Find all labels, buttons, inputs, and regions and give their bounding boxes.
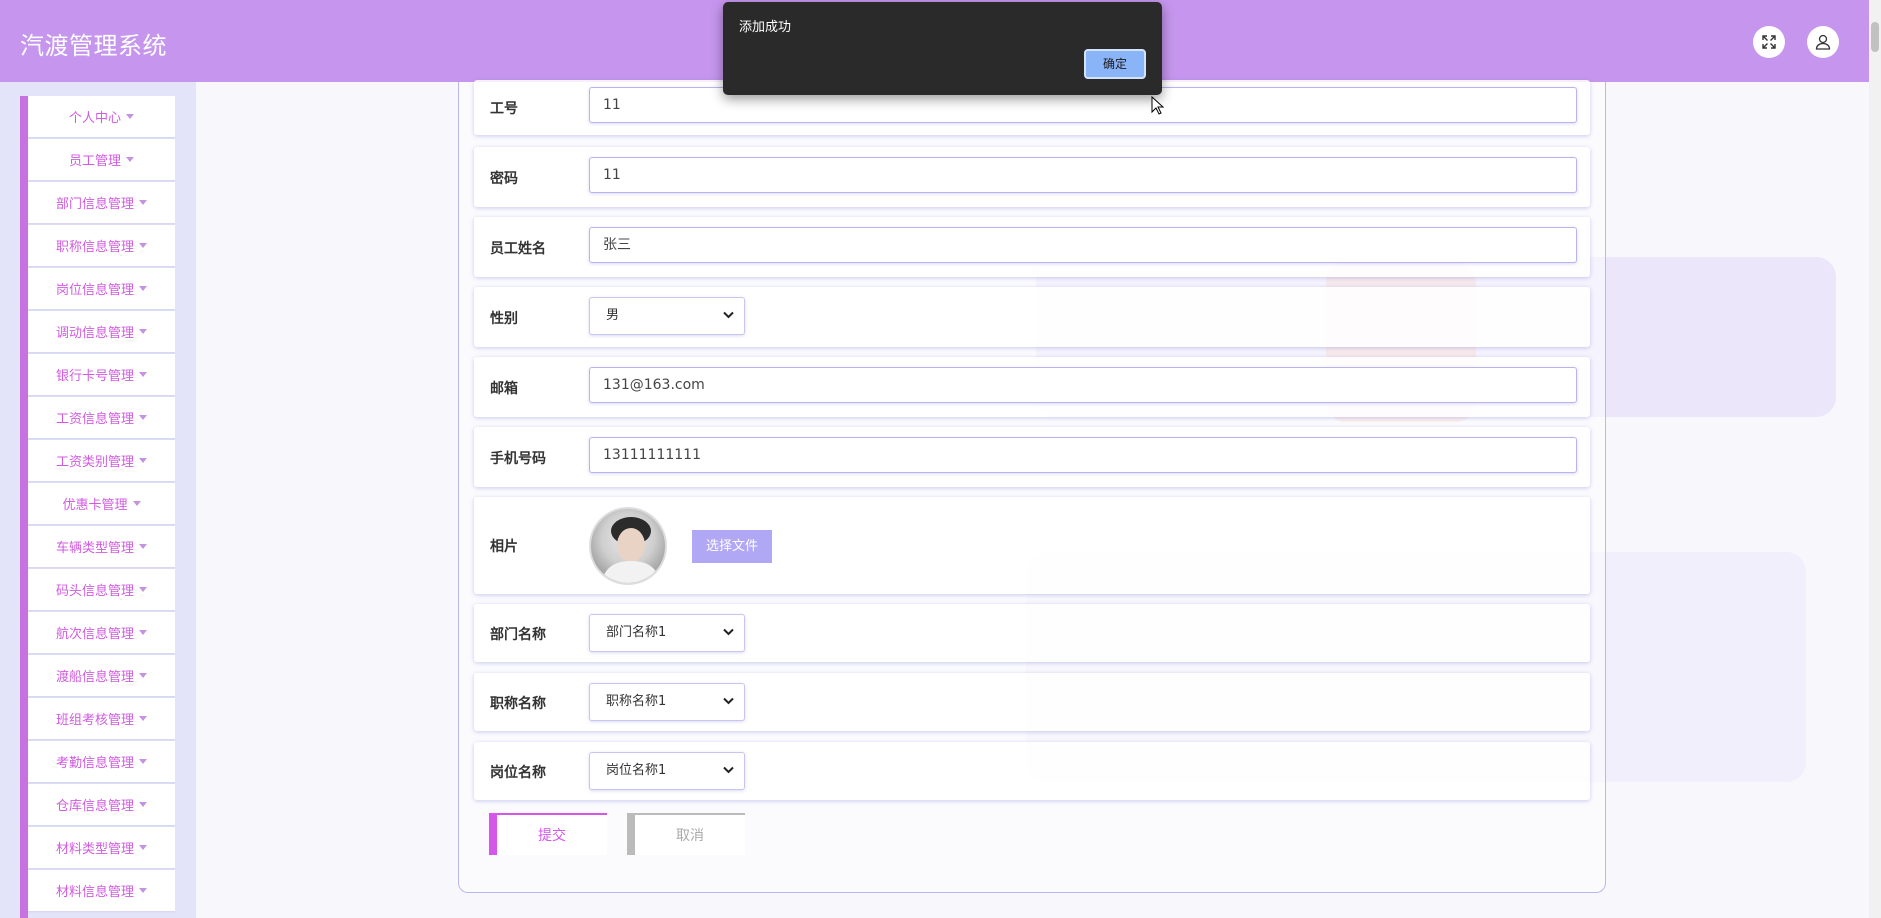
caret-down-icon xyxy=(139,630,147,635)
user-icon xyxy=(1815,34,1831,50)
title-label: 职称名称 xyxy=(490,696,546,712)
caret-down-icon xyxy=(139,415,147,420)
alert-ok-button[interactable]: 确定 xyxy=(1084,49,1146,79)
sidebar-item-discount-card[interactable]: 优惠卡管理 xyxy=(28,483,175,524)
sidebar-menu: 个人中心 员工管理 部门信息管理 职称信息管理 岗位信息管理 调动信息管理 银行… xyxy=(20,96,175,918)
sidebar-item-material-type[interactable]: 材料类型管理 xyxy=(28,827,175,868)
sidebar-item-personal-center[interactable]: 个人中心 xyxy=(28,96,175,137)
form-row-position: 岗位名称 岗位名称1 xyxy=(474,742,1590,800)
password-input[interactable]: 11 xyxy=(589,157,1577,193)
sidebar-item-bank-card[interactable]: 银行卡号管理 xyxy=(28,354,175,395)
caret-down-icon xyxy=(139,716,147,721)
sidebar-item-job-title[interactable]: 职称信息管理 xyxy=(28,225,175,266)
caret-down-icon xyxy=(132,501,141,506)
choose-file-button[interactable]: 选择文件 xyxy=(692,530,772,563)
page-scrollbar[interactable] xyxy=(1869,0,1881,918)
email-label: 邮箱 xyxy=(490,381,518,397)
alert-dialog: 添加成功 确定 xyxy=(723,2,1162,95)
sidebar-item-attendance[interactable]: 考勤信息管理 xyxy=(28,741,175,782)
user-button[interactable] xyxy=(1807,26,1839,58)
name-label: 员工姓名 xyxy=(490,241,546,257)
sidebar-item-salary[interactable]: 工资信息管理 xyxy=(28,397,175,438)
title-select[interactable]: 职称名称1 xyxy=(589,683,745,721)
password-label: 密码 xyxy=(490,171,518,187)
title-selected-value: 职称名称1 xyxy=(606,694,667,709)
sidebar-item-vehicle-type[interactable]: 车辆类型管理 xyxy=(28,526,175,567)
department-label: 部门名称 xyxy=(490,627,546,643)
caret-down-icon xyxy=(139,372,147,377)
employee-id-label: 工号 xyxy=(490,101,518,117)
phone-input[interactable]: 13111111111 xyxy=(589,437,1577,473)
chevron-down-icon xyxy=(723,697,734,705)
caret-down-icon xyxy=(139,759,147,764)
name-input[interactable]: 张三 xyxy=(589,227,1577,263)
mouse-cursor-icon xyxy=(1151,96,1165,115)
position-label: 岗位名称 xyxy=(490,765,546,781)
form-row-gender: 性别 男 xyxy=(474,287,1590,347)
caret-down-icon xyxy=(139,458,147,463)
caret-down-icon xyxy=(139,587,147,592)
caret-down-icon xyxy=(139,243,147,248)
form-row-password: 密码 11 xyxy=(474,147,1590,207)
phone-label: 手机号码 xyxy=(490,451,546,467)
sidebar-item-ferry[interactable]: 渡船信息管理 xyxy=(28,655,175,696)
submit-button[interactable]: 提交 xyxy=(489,813,607,855)
form-row-email: 邮箱 131@163.com xyxy=(474,357,1590,417)
department-select[interactable]: 部门名称1 xyxy=(589,614,745,652)
sidebar-item-department[interactable]: 部门信息管理 xyxy=(28,182,175,223)
chevron-down-icon xyxy=(723,628,734,636)
gender-label: 性别 xyxy=(490,311,518,327)
sidebar-item-position[interactable]: 岗位信息管理 xyxy=(28,268,175,309)
caret-down-icon xyxy=(139,845,147,850)
fullscreen-button[interactable] xyxy=(1753,26,1785,58)
caret-down-icon xyxy=(139,544,147,549)
sidebar-item-voyage[interactable]: 航次信息管理 xyxy=(28,612,175,653)
form-row-photo: 相片 选择文件 xyxy=(474,497,1590,594)
sidebar-item-dock[interactable]: 码头信息管理 xyxy=(28,569,175,610)
photo-label: 相片 xyxy=(490,539,518,555)
caret-down-icon xyxy=(139,673,147,678)
email-input[interactable]: 131@163.com xyxy=(589,367,1577,403)
caret-down-icon xyxy=(139,802,147,807)
chevron-down-icon xyxy=(723,311,734,319)
app-title: 汽渡管理系统 xyxy=(20,32,167,60)
position-select[interactable]: 岗位名称1 xyxy=(589,752,745,790)
gender-selected-value: 男 xyxy=(606,308,620,323)
department-selected-value: 部门名称1 xyxy=(606,625,667,640)
caret-down-icon xyxy=(139,329,147,334)
sidebar-item-warehouse[interactable]: 仓库信息管理 xyxy=(28,784,175,825)
form-row-name: 员工姓名 张三 xyxy=(474,217,1590,277)
caret-down-icon xyxy=(126,114,134,119)
sidebar-item-employee[interactable]: 员工管理 xyxy=(28,139,175,180)
alert-message: 添加成功 xyxy=(739,20,792,35)
caret-down-icon xyxy=(126,157,134,162)
caret-down-icon xyxy=(139,286,147,291)
form-row-title: 职称名称 职称名称1 xyxy=(474,673,1590,731)
photo-avatar xyxy=(589,507,667,585)
caret-down-icon xyxy=(139,200,147,205)
cancel-button[interactable]: 取消 xyxy=(627,813,745,855)
chevron-down-icon xyxy=(723,766,734,774)
form-row-phone: 手机号码 13111111111 xyxy=(474,427,1590,487)
caret-down-icon xyxy=(139,888,147,893)
sidebar-item-transfer[interactable]: 调动信息管理 xyxy=(28,311,175,352)
sidebar-item-salary-type[interactable]: 工资类别管理 xyxy=(28,440,175,481)
gender-select[interactable]: 男 xyxy=(589,297,745,335)
position-selected-value: 岗位名称1 xyxy=(606,763,667,778)
sidebar-item-material[interactable]: 材料信息管理 xyxy=(28,870,175,911)
sidebar-item-team-assessment[interactable]: 班组考核管理 xyxy=(28,698,175,739)
form-row-department: 部门名称 部门名称1 xyxy=(474,604,1590,662)
expand-icon xyxy=(1762,35,1776,49)
